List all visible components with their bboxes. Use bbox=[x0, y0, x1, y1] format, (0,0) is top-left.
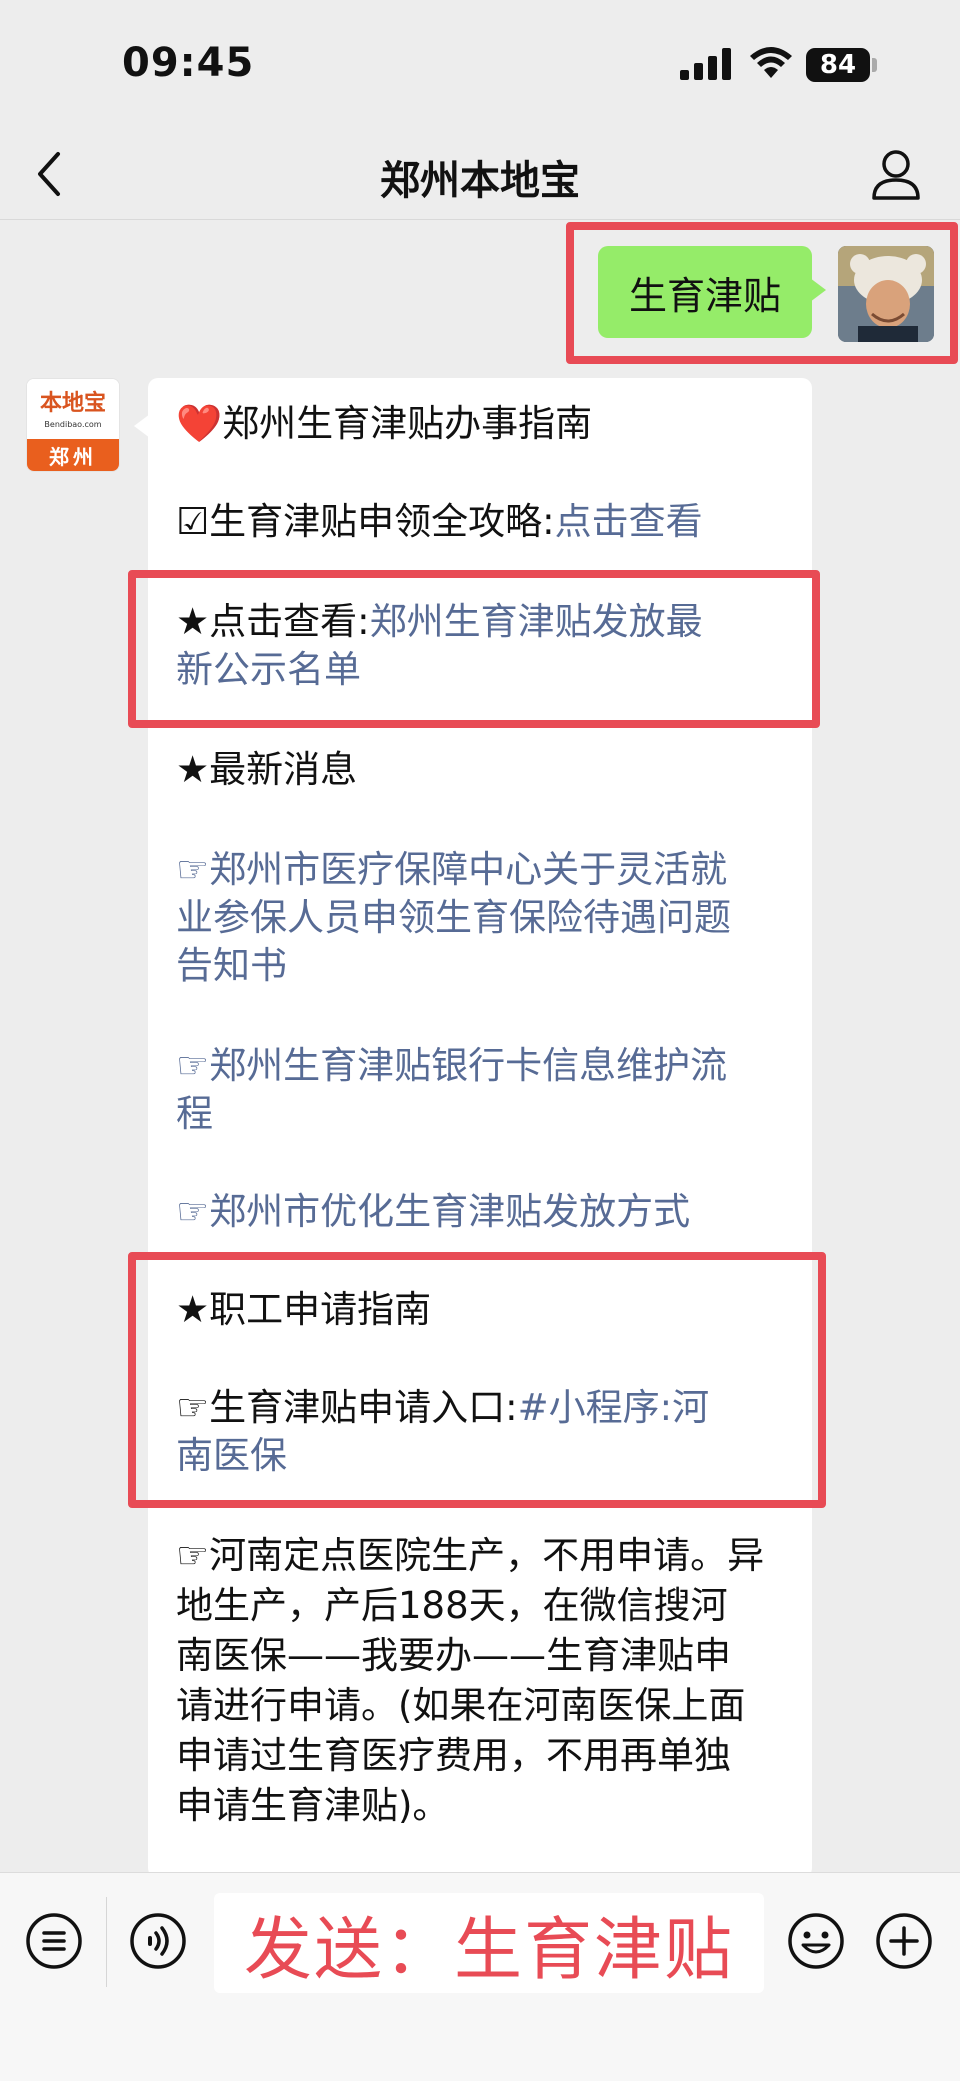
guide-line: ☑生育津贴申领全攻略:点击查看 bbox=[176, 500, 703, 543]
guide-entry-cont: 南医保 bbox=[176, 1432, 796, 1480]
miniprogram-link[interactable]: #小程序:河 bbox=[518, 1386, 709, 1429]
guide-entry: ☞生育津贴申请入口:#小程序:河 bbox=[176, 1386, 710, 1429]
miniprogram-link-cont[interactable]: 南医保 bbox=[176, 1434, 287, 1477]
news-item-1: ☞郑州市医疗保障中心关于灵活就 bbox=[176, 848, 728, 891]
note-line: 申请生育津贴)。 bbox=[176, 1784, 450, 1827]
user-message-bubble[interactable]: 生育津贴 bbox=[598, 246, 826, 338]
voice-icon[interactable] bbox=[128, 1911, 188, 1971]
list-link-cont[interactable]: 新公示名单 bbox=[176, 648, 361, 691]
section-news: ★最新消息 bbox=[176, 748, 358, 791]
heart-icon: ❤️ bbox=[176, 402, 223, 445]
news-item-3: ☞郑州市优化生育津贴发放方式 bbox=[176, 1190, 691, 1233]
wifi-icon bbox=[750, 47, 792, 78]
news-item-1-cont: 业参保人员申领生育保险待遇问题 bbox=[176, 896, 731, 939]
news-item-1-cont2: 告知书 bbox=[176, 944, 287, 987]
note-line: ☞河南定点医院生产，不用申请。异 bbox=[176, 1534, 765, 1577]
guide-link[interactable]: 点击查看 bbox=[555, 500, 703, 543]
news-item-2-cont: 程 bbox=[176, 1092, 213, 1135]
list-line: ★点击查看:郑州生育津贴发放最 bbox=[176, 600, 703, 643]
status-time: 09:45 bbox=[122, 40, 255, 86]
note-line: 请进行申请。(如果在河南医保上面 bbox=[176, 1684, 746, 1727]
bottom-toolbar: 发送：生育津贴 bbox=[0, 1872, 960, 2081]
message-input[interactable]: 发送：生育津贴 bbox=[214, 1893, 764, 1993]
logo-text: 本地宝 bbox=[39, 390, 106, 416]
plus-icon[interactable] bbox=[874, 1911, 934, 1971]
profile-icon[interactable] bbox=[866, 144, 926, 204]
nav-bar: 郑州本地宝 bbox=[0, 130, 960, 220]
pointer-icon: ☞ bbox=[176, 1190, 210, 1233]
pointer-icon: ☞ bbox=[176, 1044, 210, 1087]
section-guide: ★职工申请指南 bbox=[176, 1288, 432, 1331]
pointer-icon: ☞ bbox=[176, 848, 210, 891]
list-line-cont: 新公示名单 bbox=[176, 646, 796, 694]
message-heading: ❤️郑州生育津贴办事指南 bbox=[176, 402, 593, 445]
emoji-icon[interactable] bbox=[786, 1911, 846, 1971]
note-line: 地生产，产后188天，在微信搜河 bbox=[176, 1584, 728, 1627]
user-avatar-image bbox=[838, 246, 934, 342]
logo-city: 郑州 bbox=[27, 439, 119, 471]
battery-tip bbox=[872, 58, 877, 72]
status-bar: 09:45 84 bbox=[0, 0, 960, 130]
note-line: 申请过生育医疗费用，不用再单独 bbox=[176, 1734, 731, 1777]
battery-indicator: 84 bbox=[806, 48, 870, 82]
note-line: 南医保——我要办——生育津贴申 bbox=[176, 1634, 731, 1677]
signal-icon bbox=[680, 48, 731, 80]
list-link[interactable]: 郑州生育津贴发放最 bbox=[370, 600, 703, 643]
bot-logo: 本地宝 Bendibao.com bbox=[27, 379, 119, 441]
toolbar-divider bbox=[106, 1897, 107, 1987]
page-title: 郑州本地宝 bbox=[380, 158, 580, 204]
bot-avatar[interactable]: 本地宝 Bendibao.com 郑州 bbox=[26, 378, 120, 472]
logo-url: Bendibao.com bbox=[44, 419, 102, 429]
news-item-2: ☞郑州生育津贴银行卡信息维护流 bbox=[176, 1044, 728, 1087]
menu-icon[interactable] bbox=[24, 1911, 84, 1971]
user-avatar[interactable] bbox=[838, 246, 934, 342]
